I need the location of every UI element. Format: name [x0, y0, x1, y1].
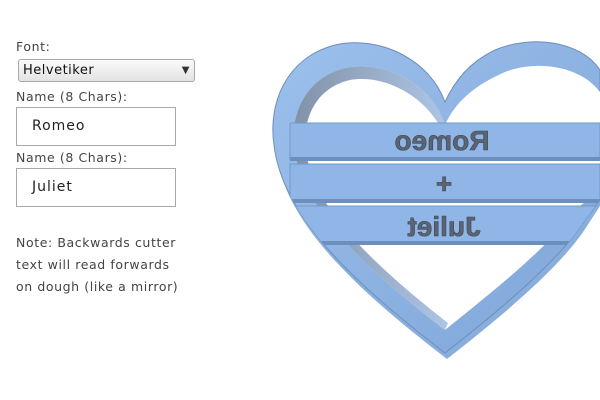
chevron-down-icon: ▼: [181, 65, 190, 76]
font-select[interactable]: Helvetiker ▼: [18, 59, 195, 82]
font-label: Font:: [16, 39, 51, 54]
name1-input[interactable]: Romeo: [16, 107, 176, 146]
name2-input[interactable]: Juliet: [16, 168, 176, 207]
font-select-value: Helvetiker: [23, 63, 95, 78]
preview-text-line1: Romeo: [395, 125, 490, 156]
note-line: on dough (like a mirror): [16, 279, 179, 294]
cookie-cutter-page: Font: Helvetiker ▼ Name (8 Chars): Romeo…: [0, 0, 600, 400]
note-line: text will read forwards: [16, 257, 170, 272]
preview-text-line3: Juliet: [407, 211, 480, 242]
name1-label: Name (8 Chars):: [16, 89, 128, 104]
name2-label: Name (8 Chars):: [16, 150, 128, 165]
mirror-note: Note: Backwards cutter text will read fo…: [16, 232, 201, 298]
cookie-cutter-preview[interactable]: Romeo + Juliet: [260, 30, 600, 370]
preview-text-line2: +: [436, 168, 452, 199]
note-line: Note: Backwards cutter: [16, 235, 176, 250]
